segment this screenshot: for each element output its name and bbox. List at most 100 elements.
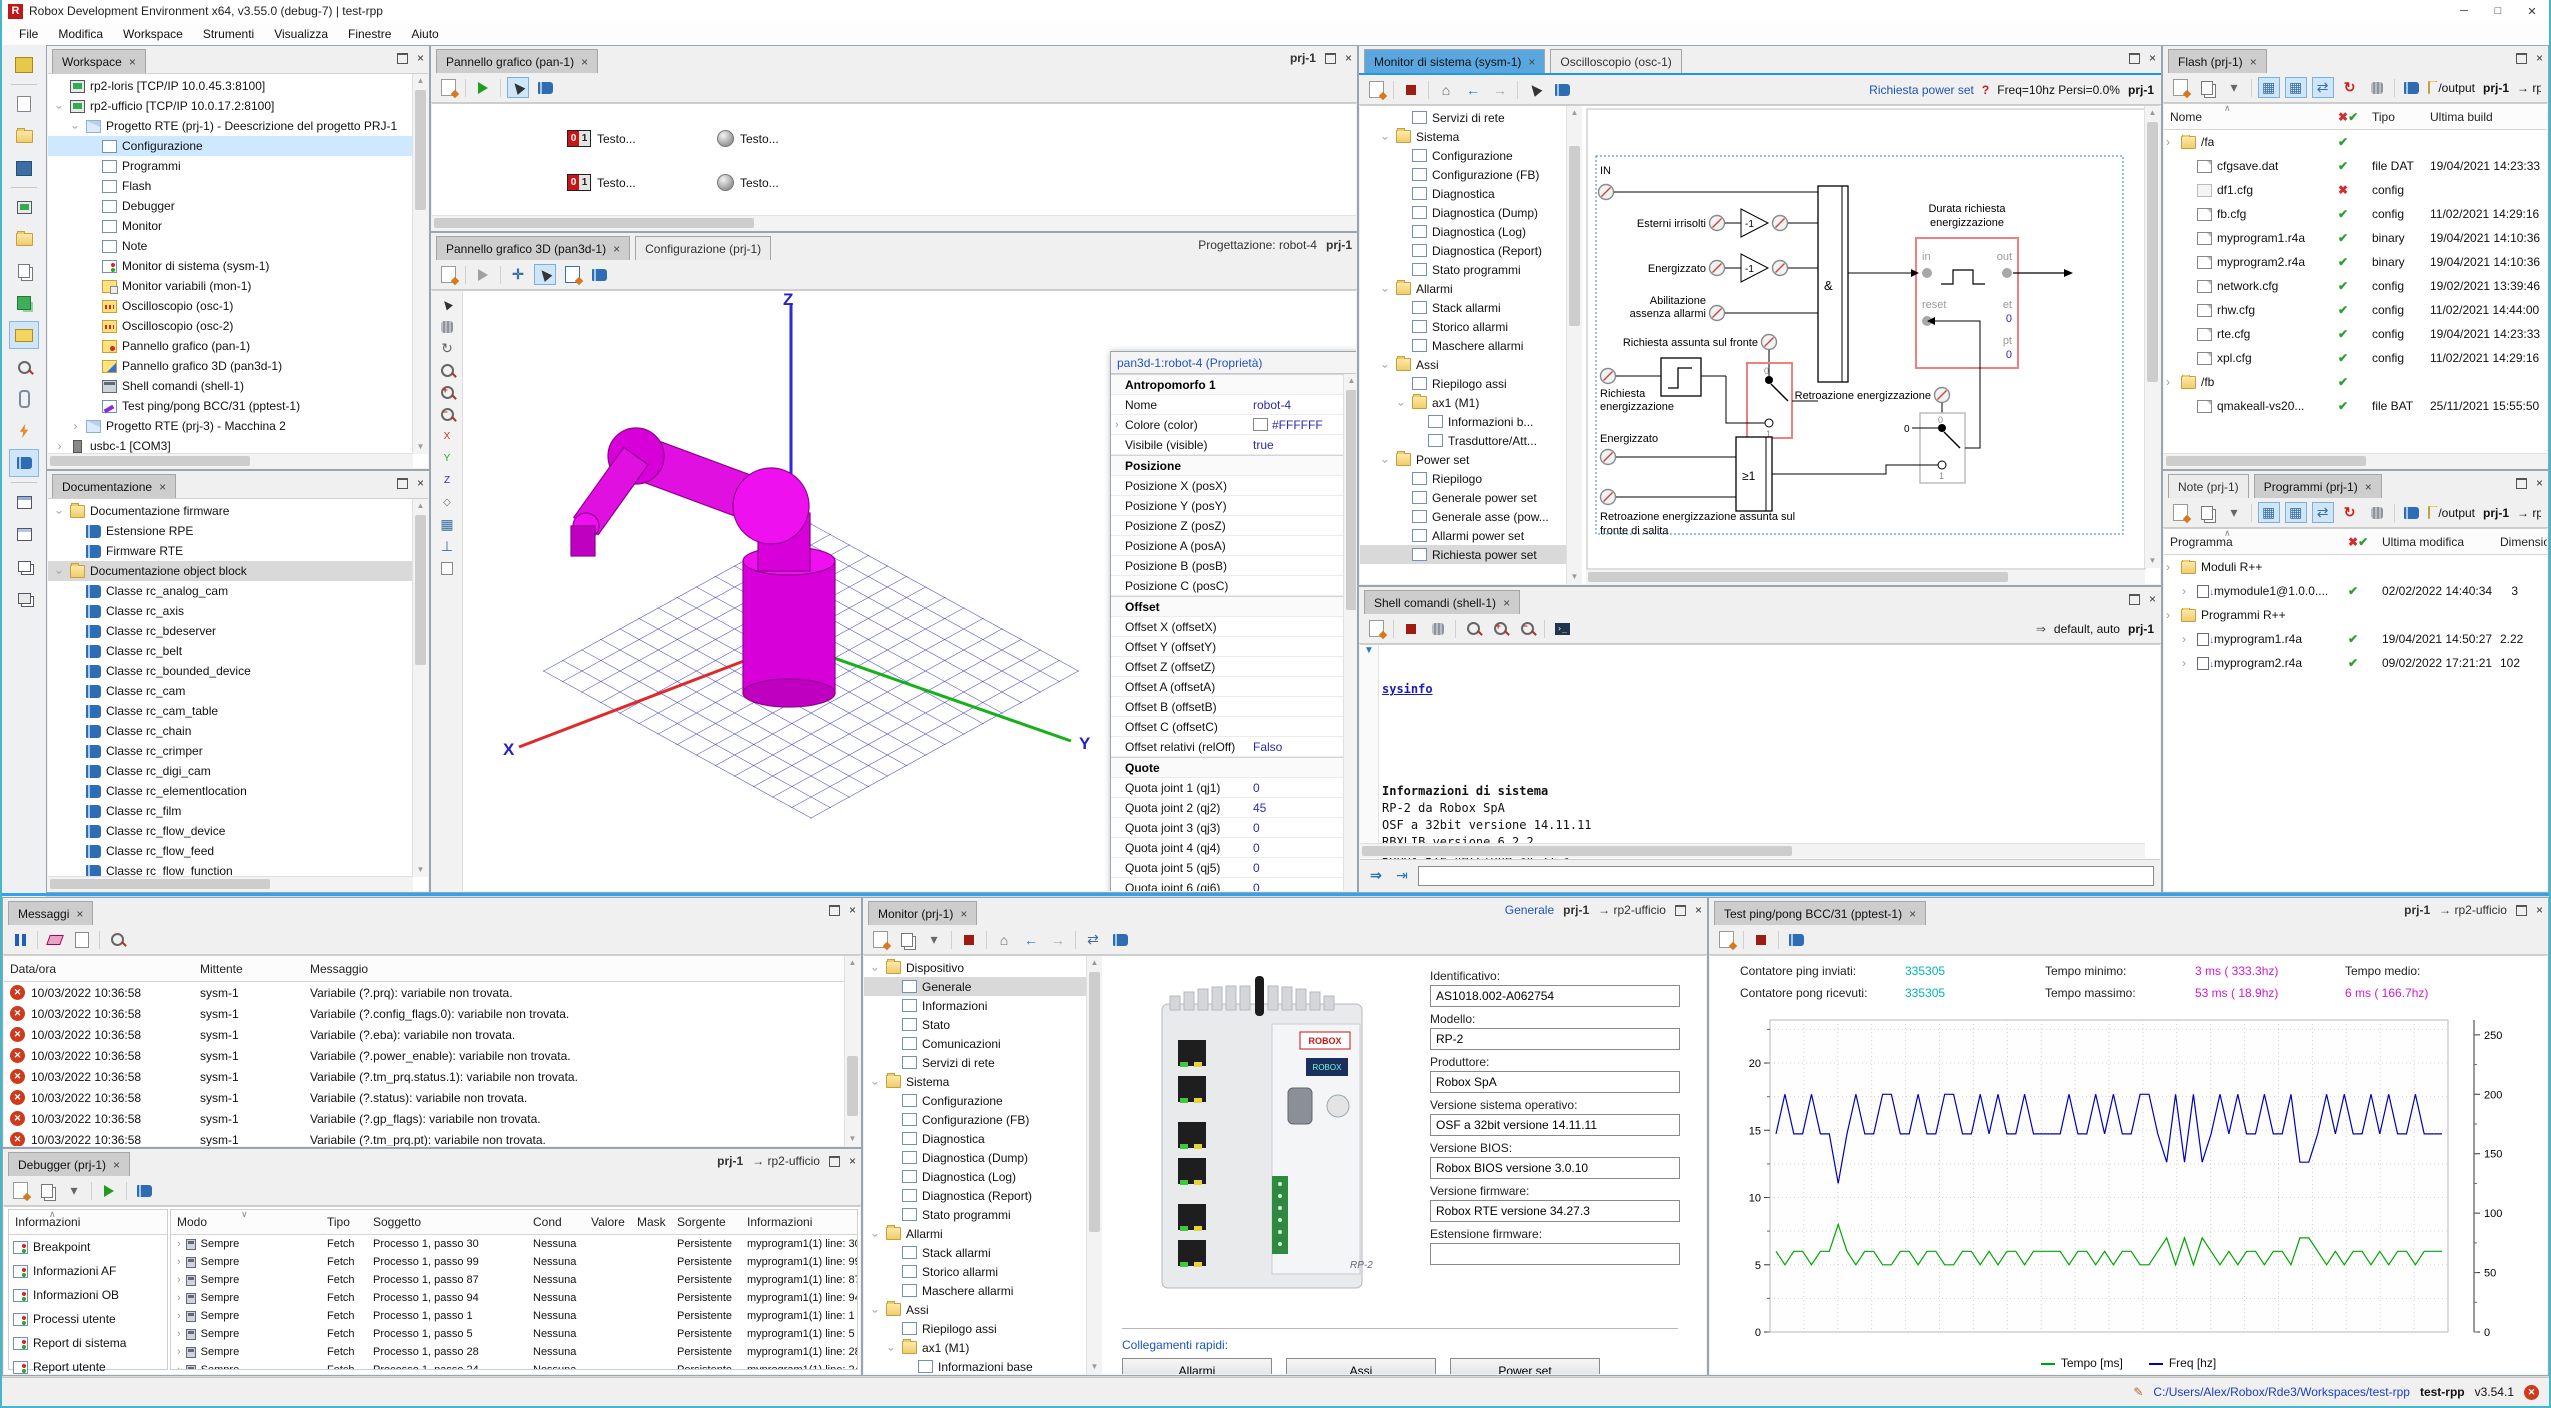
- forward-icon[interactable]: →: [1490, 80, 1510, 99]
- tab-documentazione[interactable]: Documentazione×: [52, 474, 176, 498]
- back-icon[interactable]: ←: [1463, 80, 1483, 99]
- log-icon[interactable]: [72, 930, 92, 949]
- tree-item[interactable]: Riepilogo assi: [1360, 374, 1566, 393]
- tree-item[interactable]: Trasduttore/Att...: [1360, 431, 1566, 450]
- float-icon[interactable]: [1325, 53, 1336, 64]
- tree-item[interactable]: Classe rc_crimper: [48, 741, 413, 761]
- tree-item[interactable]: Servizi di rete: [1360, 108, 1566, 127]
- switch-01-icon[interactable]: 01: [567, 130, 591, 147]
- stop-icon[interactable]: [1401, 80, 1421, 99]
- copy-icon[interactable]: [37, 1181, 57, 1200]
- col-build[interactable]: Ultima build: [2424, 110, 2540, 124]
- scene-grid-icon[interactable]: ▦: [437, 515, 457, 534]
- home-icon[interactable]: ⌂: [1436, 80, 1456, 99]
- float-icon[interactable]: [829, 905, 840, 916]
- tree-item[interactable]: Diagnostica (Log): [1360, 222, 1566, 241]
- col-informazioni[interactable]: Informazioni: [9, 1215, 86, 1229]
- dropdown-icon[interactable]: ▾: [924, 930, 944, 949]
- menu-strumenti[interactable]: Strumenti: [194, 25, 263, 43]
- tree-item[interactable]: › ax1 (M1): [1360, 393, 1566, 412]
- field-value[interactable]: [1430, 1114, 1680, 1136]
- expander-icon[interactable]: ›: [54, 439, 65, 453]
- tree-item[interactable]: Diagnostica (Dump): [864, 1148, 1086, 1167]
- property-value[interactable]: 0: [1253, 861, 1344, 875]
- property-row[interactable]: Nome robot-4: [1111, 395, 1344, 415]
- tree-item[interactable]: Comunicazioni: [864, 1034, 1086, 1053]
- property-row[interactable]: Quota joint 6 (qj6) 0: [1111, 878, 1344, 891]
- tree-item[interactable]: Classe rc_flow_device: [48, 821, 413, 841]
- property-row[interactable]: Posizione Z (posZ): [1111, 516, 1344, 536]
- color-swatch[interactable]: [1253, 418, 1268, 431]
- tree-item[interactable]: Classe rc_bdeserver: [48, 621, 413, 641]
- tree-item[interactable]: Storico allarmi: [1360, 317, 1566, 336]
- open-file-icon[interactable]: [9, 122, 39, 150]
- close-panel-icon[interactable]: ×: [417, 51, 424, 65]
- tree-item[interactable]: › Progetto RTE (prj-1) - Deescrizione de…: [48, 116, 413, 136]
- tree-item[interactable]: › Documentazione object block: [48, 561, 413, 581]
- expander-icon[interactable]: ›: [2166, 560, 2176, 574]
- expander-icon[interactable]: ›: [1395, 398, 1409, 409]
- expander-icon[interactable]: ›: [1379, 132, 1393, 143]
- property-row[interactable]: Posizione B (posB): [1111, 556, 1344, 576]
- tree-item[interactable]: › rp2-ufficio [TCP/IP 10.0.17.2:8100]: [48, 96, 413, 116]
- power-set-diagram[interactable]: IN & Esterni irrisolti -1 Energizzato: [1586, 108, 2146, 570]
- tree-item[interactable]: › ax1 (M1): [864, 1338, 1086, 1357]
- float-icon[interactable]: [2129, 53, 2140, 64]
- copy-icon[interactable]: [2197, 503, 2217, 522]
- expander-icon[interactable]: ›: [177, 1292, 181, 1304]
- documentation-hscrollbar[interactable]: [48, 876, 413, 891]
- property-value[interactable]: robot-4: [1253, 398, 1344, 412]
- close-panel-icon[interactable]: ×: [1695, 903, 1702, 917]
- close-icon[interactable]: ×: [2250, 55, 2257, 69]
- flash-hscrollbar[interactable]: [2164, 453, 2547, 468]
- scene-view-x-icon[interactable]: X: [437, 427, 457, 446]
- property-value[interactable]: true: [1253, 438, 1344, 452]
- float-icon[interactable]: [397, 53, 408, 64]
- tree-item[interactable]: Note: [48, 236, 413, 256]
- field-value[interactable]: [1430, 1200, 1680, 1222]
- dropdown-icon[interactable]: ▾: [2224, 78, 2244, 97]
- help-book-icon[interactable]: [1552, 80, 1572, 99]
- close-panel-icon[interactable]: ×: [2149, 592, 2156, 606]
- tree-item[interactable]: Test ping/pong BCC/31 (pptest-1): [48, 396, 413, 416]
- float-icon[interactable]: [2516, 478, 2527, 489]
- help-book-icon[interactable]: [2401, 503, 2421, 522]
- tab-pan1[interactable]: Pannello grafico (pan-1)×: [436, 49, 598, 73]
- home-icon[interactable]: ⌂: [994, 930, 1014, 949]
- tree-item[interactable]: › Sistema: [1360, 127, 1566, 146]
- property-row[interactable]: Offset Z (offsetZ): [1111, 657, 1344, 677]
- table-row[interactable]: › myprogram1.r4a ✔ 19/04/2021 14:50:27 2…: [2164, 627, 2547, 651]
- tree-item[interactable]: Servizi di rete: [864, 1053, 1086, 1072]
- stop-icon[interactable]: [1751, 930, 1771, 949]
- property-row[interactable]: Quota joint 1 (qj1) 0: [1111, 778, 1344, 798]
- tree-item[interactable]: rp2-loris [TCP/IP 10.0.45.3:8100]: [48, 76, 413, 96]
- select-mode-icon[interactable]: [508, 78, 528, 97]
- expander-icon[interactable]: ›: [2166, 135, 2176, 149]
- close-panel-icon[interactable]: ×: [849, 1154, 856, 1168]
- col-mittente[interactable]: Mittente: [194, 962, 304, 976]
- expander-icon[interactable]: ›: [869, 963, 883, 974]
- dock-splitter[interactable]: [2, 893, 2549, 896]
- build-all-icon[interactable]: ▦: [2286, 78, 2306, 97]
- float-icon[interactable]: [829, 1156, 840, 1167]
- search-icon[interactable]: [9, 353, 39, 381]
- property-row[interactable]: Quote: [1111, 757, 1344, 778]
- maximize-button[interactable]: □: [2481, 5, 2515, 18]
- window-new-icon[interactable]: [9, 488, 39, 516]
- scene-view-y-icon[interactable]: Y: [437, 449, 457, 468]
- close-icon[interactable]: ×: [113, 1158, 120, 1172]
- scene-zoom-icon[interactable]: [437, 361, 457, 380]
- history-icon[interactable]: ⇥: [1392, 866, 1412, 885]
- tree-item[interactable]: Diagnostica: [864, 1129, 1086, 1148]
- expander-icon[interactable]: ›: [869, 1229, 883, 1240]
- tree-item[interactable]: › Progetto RTE (prj-3) - Macchina 2: [48, 416, 413, 436]
- panel-widget-lamp-1[interactable]: Testo...: [717, 130, 779, 147]
- expander-icon[interactable]: ›: [1379, 455, 1393, 466]
- switch-01-icon[interactable]: 01: [567, 174, 591, 191]
- expander-icon[interactable]: ›: [2166, 375, 2176, 389]
- breakpoint-row[interactable]: › Sempre Fetch Processo 1, passo 5 Nessu…: [171, 1325, 857, 1343]
- property-row[interactable]: Posizione: [1111, 455, 1344, 476]
- expander-icon[interactable]: ›: [2182, 656, 2192, 670]
- col-informazioni[interactable]: Informazioni: [741, 1215, 818, 1229]
- tab-sysm[interactable]: Monitor di sistema (sysm-1)×: [1364, 49, 1545, 73]
